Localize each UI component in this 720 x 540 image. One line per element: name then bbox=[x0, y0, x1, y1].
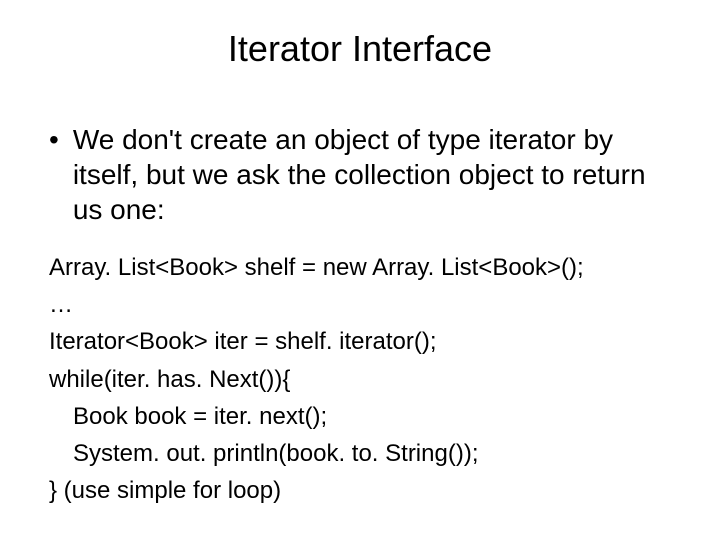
bullet-marker: • bbox=[45, 122, 73, 227]
code-block: Array. List<Book> shelf = new Array. Lis… bbox=[45, 249, 675, 509]
code-line-1: Array. List<Book> shelf = new Array. Lis… bbox=[49, 249, 675, 286]
code-line-2: … bbox=[49, 286, 675, 323]
code-line-3: Iterator<Book> iter = shelf. iterator(); bbox=[49, 323, 675, 360]
bullet-text: We don't create an object of type iterat… bbox=[73, 122, 675, 227]
code-line-7: } (use simple for loop) bbox=[49, 472, 675, 509]
bullet-item: • We don't create an object of type iter… bbox=[45, 122, 675, 227]
slide-title: Iterator Interface bbox=[45, 28, 675, 70]
code-line-5: Book book = iter. next(); bbox=[49, 398, 675, 435]
code-line-6: System. out. println(book. to. String())… bbox=[49, 435, 675, 472]
code-line-4: while(iter. has. Next()){ bbox=[49, 361, 675, 398]
